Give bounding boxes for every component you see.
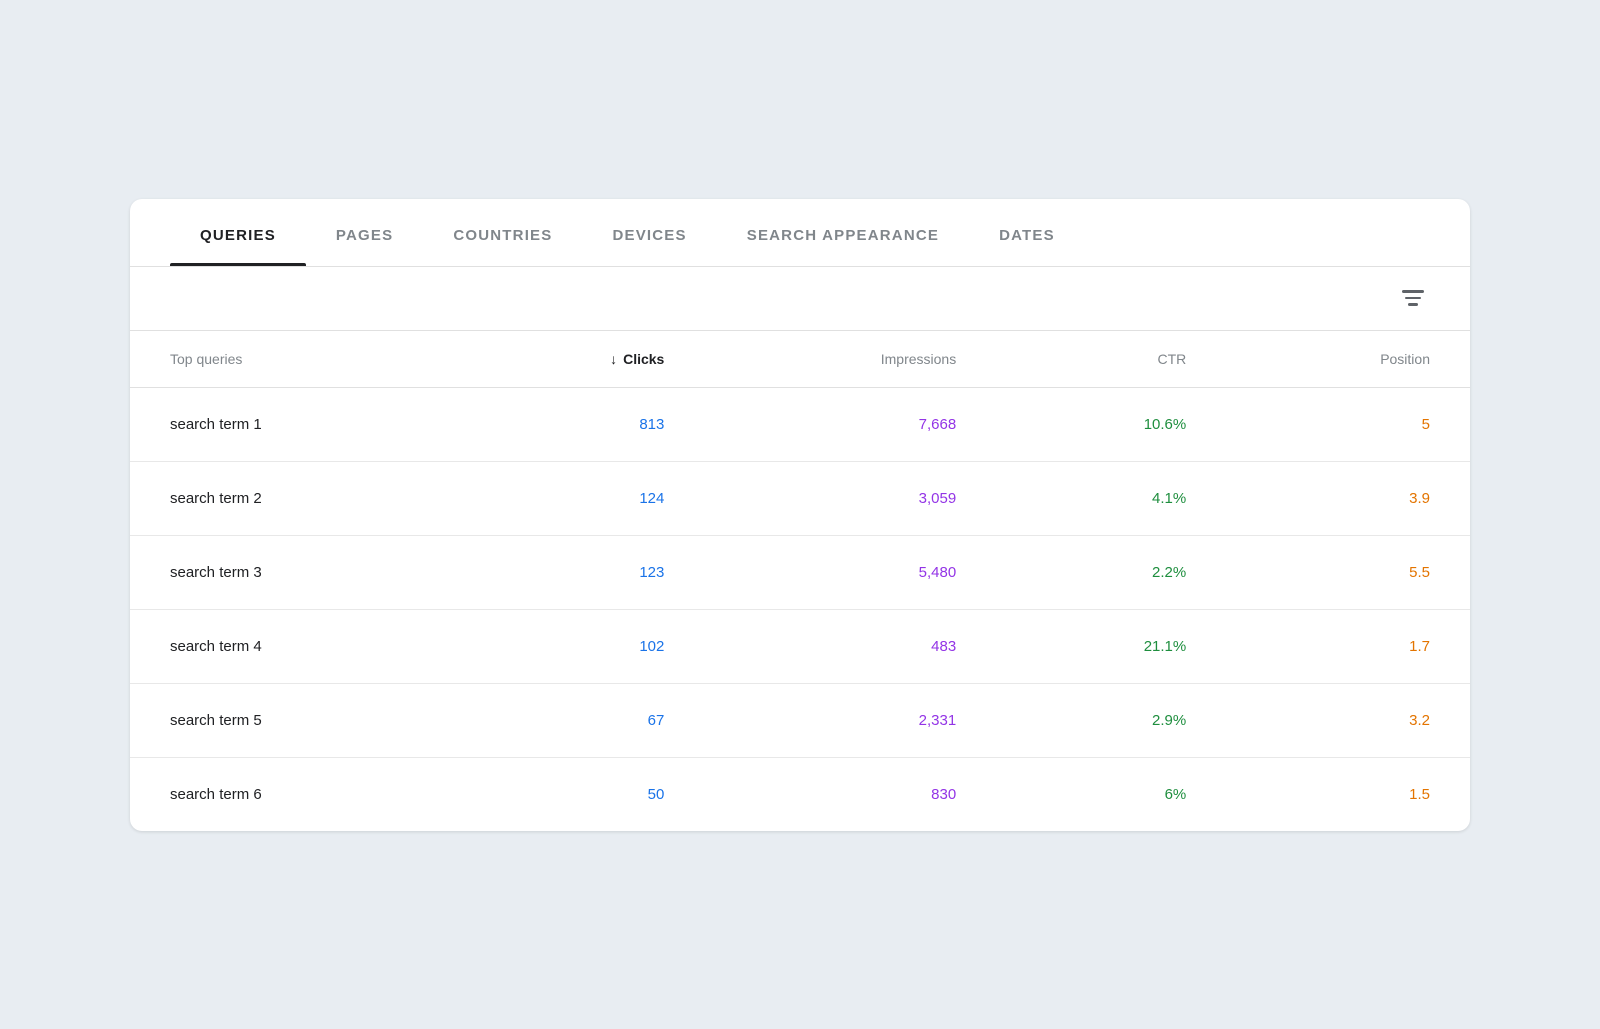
cell-impressions: 7,668 bbox=[704, 387, 996, 461]
cell-position: 3.2 bbox=[1226, 683, 1470, 757]
col-header-ctr[interactable]: CTR bbox=[996, 331, 1226, 388]
cell-clicks: 124 bbox=[452, 461, 704, 535]
table-row: search term 4 102 483 21.1% 1.7 bbox=[130, 609, 1470, 683]
tab-queries[interactable]: QUERIES bbox=[170, 199, 306, 266]
table-row: search term 2 124 3,059 4.1% 3.9 bbox=[130, 461, 1470, 535]
cell-query: search term 1 bbox=[130, 387, 452, 461]
cell-query: search term 6 bbox=[130, 757, 452, 831]
tabs-nav: QUERIES PAGES COUNTRIES DEVICES SEARCH A… bbox=[130, 199, 1470, 267]
cell-ctr: 10.6% bbox=[996, 387, 1226, 461]
cell-ctr: 4.1% bbox=[996, 461, 1226, 535]
cell-ctr: 6% bbox=[996, 757, 1226, 831]
cell-clicks: 102 bbox=[452, 609, 704, 683]
cell-impressions: 483 bbox=[704, 609, 996, 683]
tab-countries[interactable]: COUNTRIES bbox=[423, 199, 582, 266]
col-header-position[interactable]: Position bbox=[1226, 331, 1470, 388]
tab-search-appearance[interactable]: SEARCH APPEARANCE bbox=[717, 199, 969, 266]
filter-button[interactable] bbox=[1396, 284, 1430, 312]
cell-query: search term 4 bbox=[130, 609, 452, 683]
table-header-row: Top queries ↓ Clicks Impressions CTR bbox=[130, 331, 1470, 388]
cell-clicks: 50 bbox=[452, 757, 704, 831]
cell-position: 1.5 bbox=[1226, 757, 1470, 831]
cell-impressions: 3,059 bbox=[704, 461, 996, 535]
table-row: search term 1 813 7,668 10.6% 5 bbox=[130, 387, 1470, 461]
cell-clicks: 813 bbox=[452, 387, 704, 461]
cell-position: 1.7 bbox=[1226, 609, 1470, 683]
cell-position: 5 bbox=[1226, 387, 1470, 461]
cell-impressions: 830 bbox=[704, 757, 996, 831]
cell-clicks: 123 bbox=[452, 535, 704, 609]
cell-position: 5.5 bbox=[1226, 535, 1470, 609]
main-card: QUERIES PAGES COUNTRIES DEVICES SEARCH A… bbox=[130, 199, 1470, 831]
cell-ctr: 2.2% bbox=[996, 535, 1226, 609]
cell-impressions: 2,331 bbox=[704, 683, 996, 757]
col-header-impressions[interactable]: Impressions bbox=[704, 331, 996, 388]
table-row: search term 5 67 2,331 2.9% 3.2 bbox=[130, 683, 1470, 757]
tab-pages[interactable]: PAGES bbox=[306, 199, 423, 266]
tab-devices[interactable]: DEVICES bbox=[582, 199, 716, 266]
cell-query: search term 5 bbox=[130, 683, 452, 757]
cell-clicks: 67 bbox=[452, 683, 704, 757]
tab-dates[interactable]: DATES bbox=[969, 199, 1085, 266]
col-header-query: Top queries bbox=[130, 331, 452, 388]
table-row: search term 3 123 5,480 2.2% 5.5 bbox=[130, 535, 1470, 609]
cell-query: search term 2 bbox=[130, 461, 452, 535]
cell-impressions: 5,480 bbox=[704, 535, 996, 609]
cell-position: 3.9 bbox=[1226, 461, 1470, 535]
cell-query: search term 3 bbox=[130, 535, 452, 609]
cell-ctr: 2.9% bbox=[996, 683, 1226, 757]
col-header-clicks[interactable]: ↓ Clicks bbox=[452, 331, 704, 388]
sort-arrow-icon: ↓ bbox=[610, 351, 617, 367]
data-table: Top queries ↓ Clicks Impressions CTR bbox=[130, 331, 1470, 831]
filter-bar bbox=[130, 267, 1470, 331]
cell-ctr: 21.1% bbox=[996, 609, 1226, 683]
data-table-wrapper: Top queries ↓ Clicks Impressions CTR bbox=[130, 331, 1470, 831]
table-row: search term 6 50 830 6% 1.5 bbox=[130, 757, 1470, 831]
